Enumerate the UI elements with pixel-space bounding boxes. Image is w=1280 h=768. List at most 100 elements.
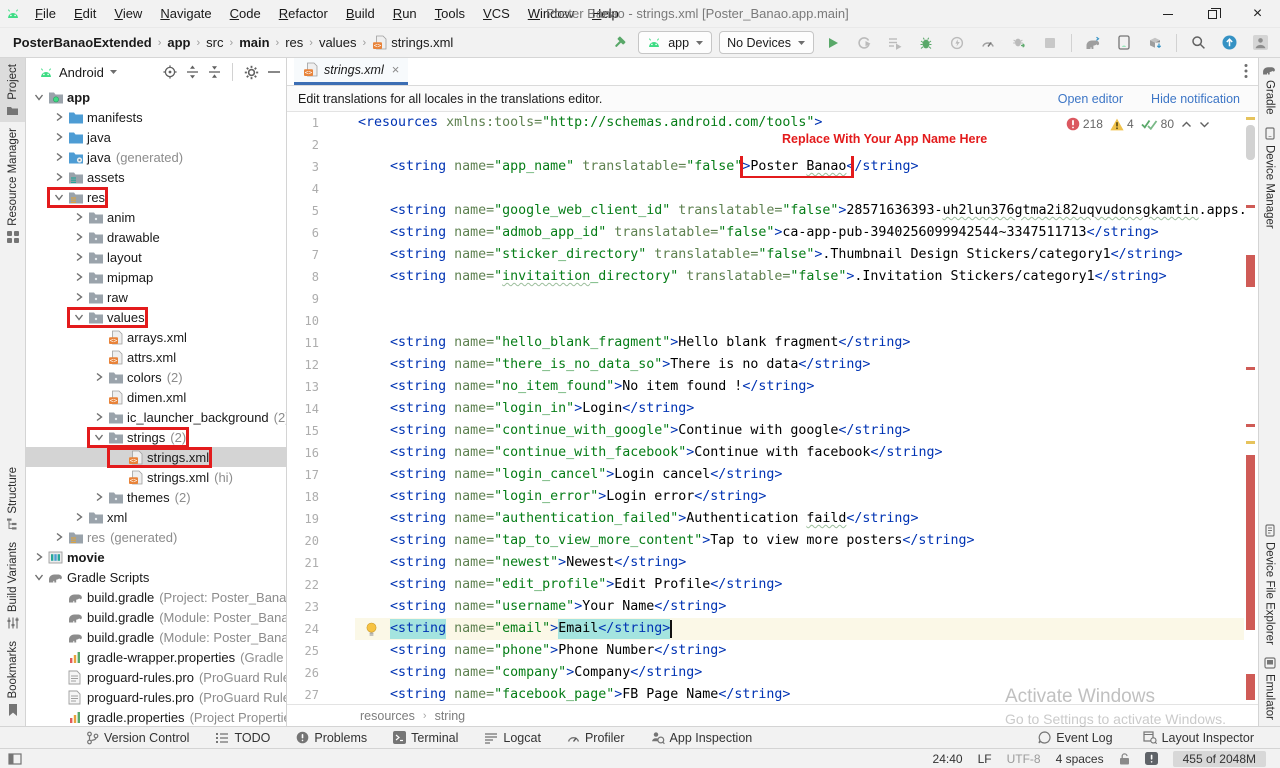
tool-window-button-app-inspection[interactable]: App Inspection: [651, 731, 753, 745]
prev-problem-icon[interactable]: [1181, 121, 1192, 128]
menu-view[interactable]: View: [105, 0, 151, 27]
code-line-text[interactable]: <string name="newest">Newest</string>: [355, 552, 1244, 574]
tool-window-button-logcat[interactable]: Logcat: [484, 731, 541, 745]
tree-item-xml[interactable]: xml: [26, 507, 286, 527]
tree-item-manifests[interactable]: manifests: [26, 107, 286, 127]
code-line[interactable]: 14 <string name="login_in">Login</string…: [287, 398, 1244, 420]
code-line[interactable]: 6 <string name="admob_app_id" translatab…: [287, 222, 1244, 244]
tool-window-button-version-control[interactable]: Version Control: [86, 731, 189, 745]
tree-item-movie[interactable]: movie: [26, 547, 286, 567]
editor-scrollbar[interactable]: [1244, 112, 1258, 704]
tree-item-strings-xml[interactable]: <>strings.xml(hi): [26, 467, 286, 487]
build-hammer-button[interactable]: [607, 32, 631, 54]
code-line-text[interactable]: <string name="no_item_found">No item fou…: [355, 376, 1244, 398]
code-line[interactable]: 26 <string name="company">Company</strin…: [287, 662, 1244, 684]
tool-stripe-tab-gradle[interactable]: Gradle: [1259, 58, 1280, 121]
tree-item-gradle-properties[interactable]: gradle.properties(Project Properties): [26, 707, 286, 726]
open-editor-link[interactable]: Open editor: [1058, 92, 1123, 106]
code-line-text[interactable]: <string name="admob_app_id" translatable…: [355, 222, 1244, 244]
code-line[interactable]: 25 <string name="phone">Phone Number</st…: [287, 640, 1244, 662]
tool-window-button-profiler[interactable]: Profiler: [567, 731, 625, 745]
memory-indicator[interactable]: 455 of 2048M: [1173, 751, 1266, 767]
tree-item-java[interactable]: java(generated): [26, 147, 286, 167]
collapse-all-button[interactable]: [208, 65, 221, 79]
gradle-sync-button[interactable]: [1081, 32, 1105, 54]
error-stripe-mark[interactable]: [1246, 367, 1255, 370]
run-button[interactable]: [821, 32, 845, 54]
breadcrumb-src[interactable]: src: [203, 34, 226, 51]
error-stripe-mark[interactable]: [1246, 255, 1255, 287]
tree-item-attrs-xml[interactable]: <>attrs.xml: [26, 347, 286, 367]
breadcrumb-posterbanaoextended[interactable]: PosterBanaoExtended: [10, 34, 155, 51]
code-line-text[interactable]: <string name="facebook_page">FB Page Nam…: [355, 684, 1244, 704]
code-line[interactable]: 5 <string name="google_web_client_id" tr…: [287, 200, 1244, 222]
device-select[interactable]: No Devices: [719, 31, 814, 54]
code-line-text[interactable]: <string name="app_name" translatable="fa…: [355, 156, 1244, 178]
breadcrumb-strings.xml[interactable]: <>strings.xml: [369, 34, 456, 51]
code-line[interactable]: 20 <string name="tap_to_view_more_conten…: [287, 530, 1244, 552]
breadcrumb-resources[interactable]: resources: [360, 709, 415, 723]
tree-item-assets[interactable]: assets: [26, 167, 286, 187]
debug-button[interactable]: [914, 32, 938, 54]
code-line[interactable]: 3 <string name="app_name" translatable="…: [287, 156, 1244, 178]
tree-item-build-gradle[interactable]: build.gradle(Module: Poster_Banao.ap: [26, 607, 286, 627]
code-line[interactable]: 15 <string name="continue_with_google">C…: [287, 420, 1244, 442]
tree-item-ic-launcher-background[interactable]: ic_launcher_background(2): [26, 407, 286, 427]
tree-item-arrays-xml[interactable]: <>arrays.xml: [26, 327, 286, 347]
tool-stripe-tab-bookmarks[interactable]: Bookmarks: [0, 635, 25, 722]
error-stripe-mark[interactable]: [1246, 117, 1255, 120]
attach-debugger-button[interactable]: [1007, 32, 1031, 54]
tree-item-res[interactable]: res(generated): [26, 527, 286, 547]
tree-item-build-gradle[interactable]: build.gradle(Module: Poster_Banao.mo: [26, 627, 286, 647]
breadcrumb-string[interactable]: string: [435, 709, 466, 723]
tree-item-app[interactable]: app: [26, 87, 286, 107]
error-stripe-mark[interactable]: [1246, 455, 1255, 630]
code-line[interactable]: 17 <string name="login_cancel">Login can…: [287, 464, 1244, 486]
tree-item-layout[interactable]: layout: [26, 247, 286, 267]
error-stripe-mark[interactable]: [1246, 674, 1255, 700]
menu-run[interactable]: Run: [384, 0, 426, 27]
tool-window-button-layout-inspector[interactable]: Layout Inspector: [1143, 731, 1254, 745]
code-line-text[interactable]: <string name="username">Your Name</strin…: [355, 596, 1244, 618]
tree-item-build-gradle[interactable]: build.gradle(Project: Poster_Banao): [26, 587, 286, 607]
menu-vcs[interactable]: VCS: [474, 0, 519, 27]
tree-item-gradle-scripts[interactable]: Gradle Scripts: [26, 567, 286, 587]
tool-stripe-tab-device-manager[interactable]: Device Manager: [1259, 121, 1280, 235]
tool-window-button-problems[interactable]: Problems: [296, 731, 367, 745]
avatar[interactable]: [1248, 32, 1272, 54]
tree-item-gradle-wrapper-properties[interactable]: gradle-wrapper.properties(Gradle Versi: [26, 647, 286, 667]
expand-all-button[interactable]: [186, 65, 199, 79]
code-editor[interactable]: 1<resources xmlns:tools="http://schemas.…: [287, 112, 1244, 704]
updates-button[interactable]: [1217, 32, 1241, 54]
breadcrumb-values[interactable]: values: [316, 34, 360, 51]
close-button[interactable]: ×: [1235, 0, 1280, 28]
code-line[interactable]: 27 <string name="facebook_page">FB Page …: [287, 684, 1244, 704]
code-line-text[interactable]: <string name="hello_blank_fragment">Hell…: [355, 332, 1244, 354]
tool-stripe-tab-build-variants[interactable]: Build Variants: [0, 536, 25, 635]
tool-stripe-tab-device-file-explorer[interactable]: Device File Explorer: [1259, 518, 1280, 651]
line-ending-indicator[interactable]: LF: [978, 752, 992, 766]
run-config-select[interactable]: app: [638, 31, 712, 54]
menu-refactor[interactable]: Refactor: [270, 0, 337, 27]
error-stripe-mark[interactable]: [1246, 205, 1255, 208]
code-line-text[interactable]: <string name="google_web_client_id" tran…: [355, 200, 1244, 222]
menu-edit[interactable]: Edit: [65, 0, 105, 27]
code-line-text[interactable]: <string name="tap_to_view_more_content">…: [355, 530, 1244, 552]
stop-button[interactable]: [1038, 32, 1062, 54]
code-line[interactable]: 19 <string name="authentication_failed">…: [287, 508, 1244, 530]
tree-item-dimen-xml[interactable]: <>dimen.xml: [26, 387, 286, 407]
search-everywhere-button[interactable]: [1186, 32, 1210, 54]
code-line-text[interactable]: <string name="login_error">Login error</…: [355, 486, 1244, 508]
project-view-selector[interactable]: Android: [59, 65, 104, 80]
tree-item-strings-xml[interactable]: <>strings.xml: [26, 447, 286, 467]
hide-panel-button[interactable]: [268, 70, 280, 74]
tab-close-icon[interactable]: ×: [390, 62, 400, 77]
code-line-text[interactable]: [355, 178, 1244, 200]
code-line[interactable]: 11 <string name="hello_blank_fragment">H…: [287, 332, 1244, 354]
tree-item-strings[interactable]: strings(2): [26, 427, 286, 447]
code-line-text[interactable]: <string name="login_cancel">Login cancel…: [355, 464, 1244, 486]
code-line[interactable]: 16 <string name="continue_with_facebook"…: [287, 442, 1244, 464]
apply-code-changes-button[interactable]: [883, 32, 907, 54]
inspections-widget[interactable]: 218 4 80: [1066, 117, 1210, 131]
menu-navigate[interactable]: Navigate: [151, 0, 220, 27]
